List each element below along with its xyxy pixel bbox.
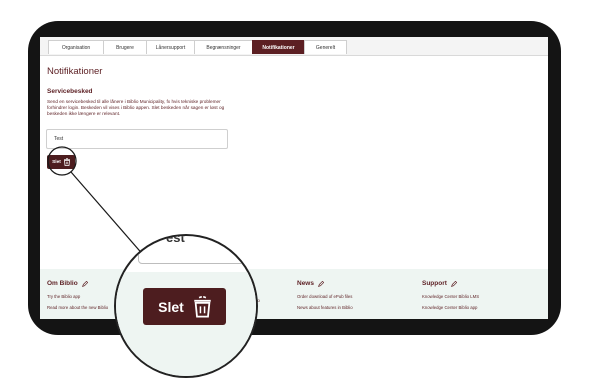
footer-heading: News xyxy=(297,280,314,287)
trash-icon xyxy=(194,295,211,318)
footer-link[interactable]: News about features in Biblio xyxy=(297,305,417,310)
footer-heading: Om Biblio xyxy=(47,280,78,287)
tab-organisation[interactable]: Organisation xyxy=(48,40,104,54)
zoomed-delete-label: Slet xyxy=(158,298,184,315)
zoomed-delete-button: Slet xyxy=(143,288,226,325)
footer-link[interactable]: Knowledge Center Biblio LMS xyxy=(422,294,542,299)
footer-column-support: Support Knowledge Center Biblio LMS Know… xyxy=(422,280,542,310)
footer-link[interactable]: Order download of ePub files xyxy=(297,294,417,299)
pencil-icon[interactable] xyxy=(81,280,88,287)
service-message-input[interactable] xyxy=(46,129,228,149)
footer-heading: Support xyxy=(422,280,447,287)
tab-bar: Organisation Brugere Lånersupport Begræn… xyxy=(40,37,548,56)
tab-list: Organisation Brugere Lånersupport Begræn… xyxy=(48,40,347,55)
delete-button[interactable]: Slet xyxy=(47,155,75,169)
tab-brugere[interactable]: Brugere xyxy=(103,40,147,54)
zoomed-message-text: est xyxy=(166,234,185,245)
tab-generelt[interactable]: Generelt xyxy=(304,40,347,54)
footer-column-news: News Order download of ePub files News a… xyxy=(297,280,417,310)
footer-link[interactable]: Knowledge Center Biblio app xyxy=(422,305,542,310)
zoomed-message-field xyxy=(138,236,256,264)
tab-notifikationer[interactable]: Notifikationer xyxy=(252,40,305,54)
trash-icon xyxy=(63,158,70,166)
section-title: Servicebesked xyxy=(47,88,93,95)
section-description: Send en servicebesked til alle lånere i … xyxy=(47,99,225,116)
pencil-icon[interactable] xyxy=(318,280,324,287)
pencil-icon[interactable] xyxy=(450,280,457,287)
delete-button-label: Slet xyxy=(52,159,61,165)
zoom-callout: est Slet xyxy=(114,234,258,378)
page-title: Notifikationer xyxy=(47,66,103,77)
tab-laanersupport[interactable]: Lånersupport xyxy=(146,40,195,54)
tab-begraensninger[interactable]: Begrænsninger xyxy=(194,40,253,54)
